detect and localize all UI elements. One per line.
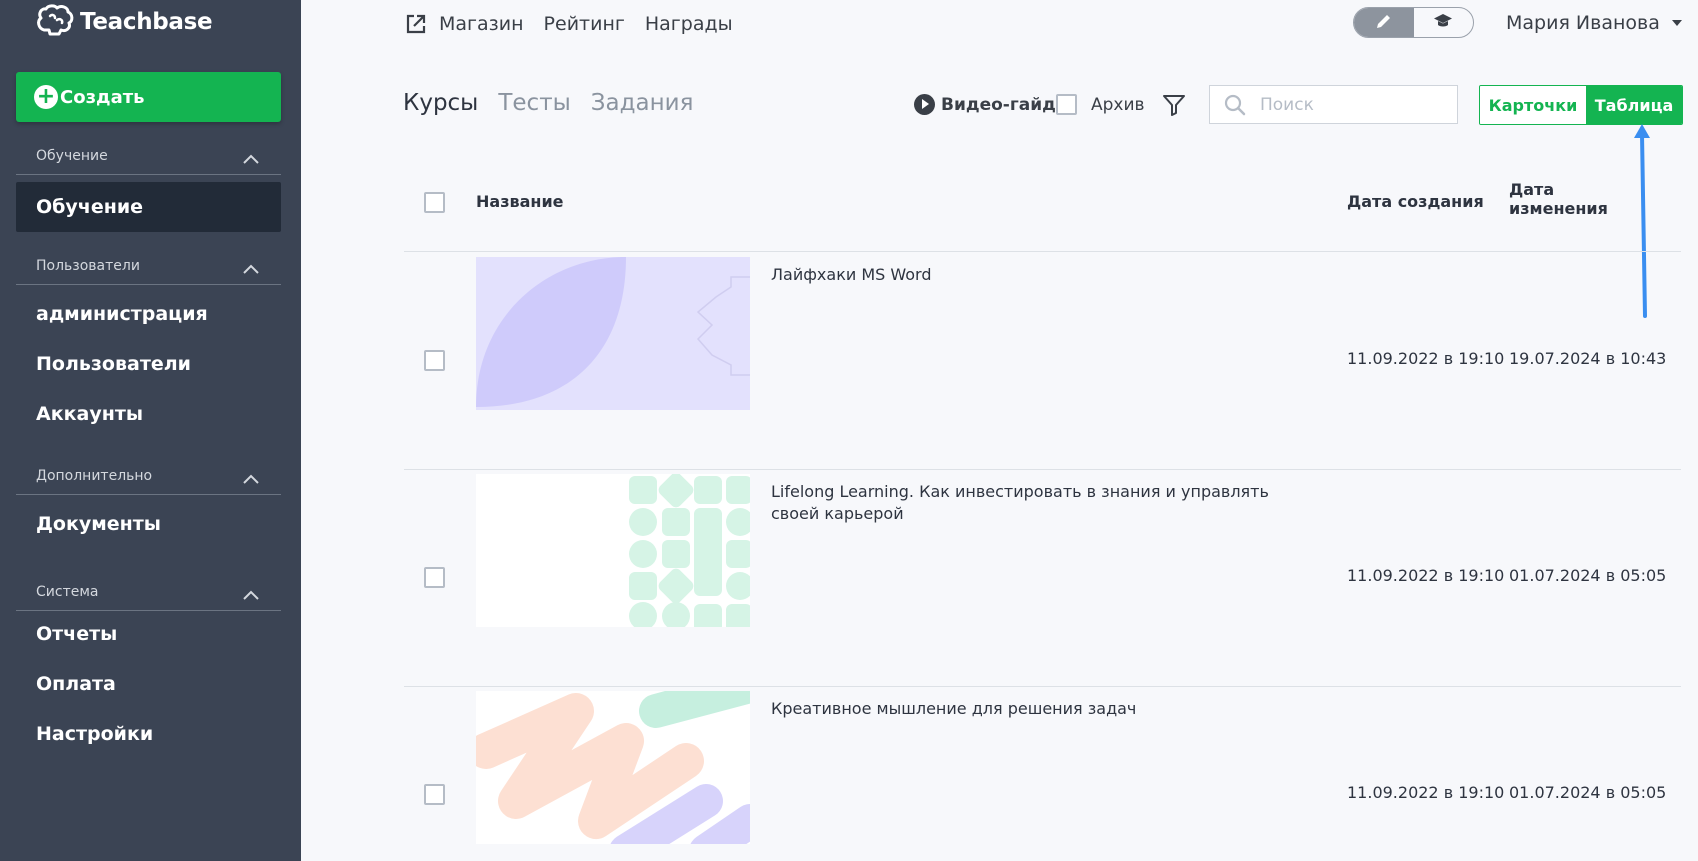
create-button[interactable]: + Создать: [16, 72, 281, 122]
modified-date: 01.07.2024 в 05:05: [1509, 783, 1667, 802]
created-date: 11.09.2022 в 19:10: [1347, 349, 1505, 368]
column-header-modified[interactable]: Дата изменения: [1509, 180, 1608, 218]
section-title: Обучение: [36, 148, 108, 164]
brain-logo-icon: [36, 4, 74, 40]
create-button-label: Создать: [60, 86, 145, 108]
sidebar-item-label: Обучение: [36, 196, 144, 218]
table-header: Название Дата создания Дата изменения: [404, 160, 1681, 252]
tab-courses[interactable]: Курсы: [403, 90, 478, 116]
table-row[interactable]: Лайфхаки MS Word 11.09.2022 в 19:10 19.0…: [404, 252, 1681, 470]
chevron-up-icon: [243, 152, 259, 168]
caret-down-icon: [1671, 20, 1682, 26]
section-header-learning[interactable]: Обучение: [16, 146, 281, 175]
sidebar-item-administration[interactable]: администрация: [36, 303, 208, 325]
created-date: 11.09.2022 в 19:10: [1347, 566, 1505, 585]
modified-date: 01.07.2024 в 05:05: [1509, 566, 1667, 585]
course-name[interactable]: Лайфхаки MS Word: [771, 264, 1311, 286]
view-switch: Карточки Таблица: [1479, 85, 1683, 125]
column-header-created[interactable]: Дата создания: [1347, 192, 1484, 211]
top-nav: Магазин Рейтинг Награды: [405, 13, 753, 35]
created-date: 11.09.2022 в 19:10: [1347, 783, 1505, 802]
section-title: Пользователи: [36, 258, 140, 274]
nav-link-awards[interactable]: Награды: [645, 13, 733, 35]
select-all-checkbox[interactable]: [424, 192, 445, 213]
sidebar: Teachbase + Создать Обучение Обучение По…: [0, 0, 301, 861]
search-input[interactable]: [1258, 93, 1452, 116]
section-header-additional[interactable]: Дополнительно: [16, 466, 281, 495]
section-header-users[interactable]: Пользователи: [16, 256, 281, 285]
sidebar-item-accounts[interactable]: Аккаунты: [36, 403, 143, 425]
section-title: Дополнительно: [36, 468, 153, 484]
view-table-button[interactable]: Таблица: [1586, 86, 1682, 124]
search-icon: [1224, 94, 1246, 116]
nav-link-rating[interactable]: Рейтинг: [544, 13, 625, 35]
external-link-icon[interactable]: [405, 13, 427, 35]
course-thumbnail[interactable]: [476, 257, 750, 410]
row-checkbox[interactable]: [424, 350, 445, 371]
table-row[interactable]: Lifelong Learning. Как инвестировать в з…: [404, 469, 1681, 687]
sidebar-item-payment[interactable]: Оплата: [36, 673, 116, 695]
section-title: Система: [36, 584, 99, 600]
course-thumbnail[interactable]: [476, 691, 750, 844]
plus-circle-icon: +: [34, 85, 58, 109]
chevron-up-icon: [243, 262, 259, 278]
content-tabs: Курсы Тесты Задания: [403, 90, 713, 116]
edit-mode-button[interactable]: [1354, 8, 1414, 37]
app-name: Teachbase: [80, 9, 213, 35]
archive-label: Архив: [1091, 94, 1145, 115]
tab-tests[interactable]: Тесты: [498, 90, 570, 116]
sidebar-item-users[interactable]: Пользователи: [36, 353, 191, 375]
app-logo[interactable]: Teachbase: [36, 4, 213, 40]
pencil-icon: [1375, 12, 1393, 34]
course-thumbnail[interactable]: [476, 474, 750, 627]
user-name: Мария Иванова: [1506, 12, 1660, 34]
sidebar-item-learning[interactable]: Обучение: [16, 182, 281, 232]
nav-link-shop[interactable]: Магазин: [439, 13, 524, 35]
row-checkbox[interactable]: [424, 784, 445, 805]
video-guide-label: Видео-гайд: [941, 94, 1056, 115]
course-name[interactable]: Lifelong Learning. Как инвестировать в з…: [771, 481, 1311, 525]
archive-toggle[interactable]: Архив: [1056, 94, 1145, 115]
column-header-name[interactable]: Название: [476, 192, 564, 211]
tab-assignments[interactable]: Задания: [591, 90, 694, 116]
chevron-up-icon: [243, 472, 259, 488]
play-icon: [914, 94, 935, 115]
mode-toggle: [1353, 7, 1474, 38]
search-box: [1209, 85, 1458, 124]
learner-mode-button[interactable]: [1414, 8, 1474, 37]
video-guide-button[interactable]: Видео-гайд: [914, 94, 1056, 115]
sidebar-item-settings[interactable]: Настройки: [36, 723, 153, 745]
view-cards-button[interactable]: Карточки: [1480, 86, 1586, 124]
modified-date: 19.07.2024 в 10:43: [1509, 349, 1667, 368]
sidebar-item-documents[interactable]: Документы: [36, 513, 161, 535]
column-header-modified-line2: изменения: [1509, 199, 1608, 218]
course-name[interactable]: Креативное мышление для решения задач: [771, 698, 1311, 720]
user-menu[interactable]: Мария Иванова: [1506, 12, 1682, 34]
column-header-modified-line1: Дата: [1509, 180, 1555, 199]
archive-checkbox[interactable]: [1056, 94, 1077, 115]
chevron-up-icon: [243, 588, 259, 604]
sidebar-item-reports[interactable]: Отчеты: [36, 623, 117, 645]
section-header-system[interactable]: Система: [16, 582, 281, 611]
filter-icon[interactable]: [1162, 93, 1186, 121]
graduation-cap-icon: [1433, 13, 1453, 33]
table-row[interactable]: Креативное мышление для решения задач 11…: [404, 686, 1681, 861]
row-checkbox[interactable]: [424, 567, 445, 588]
